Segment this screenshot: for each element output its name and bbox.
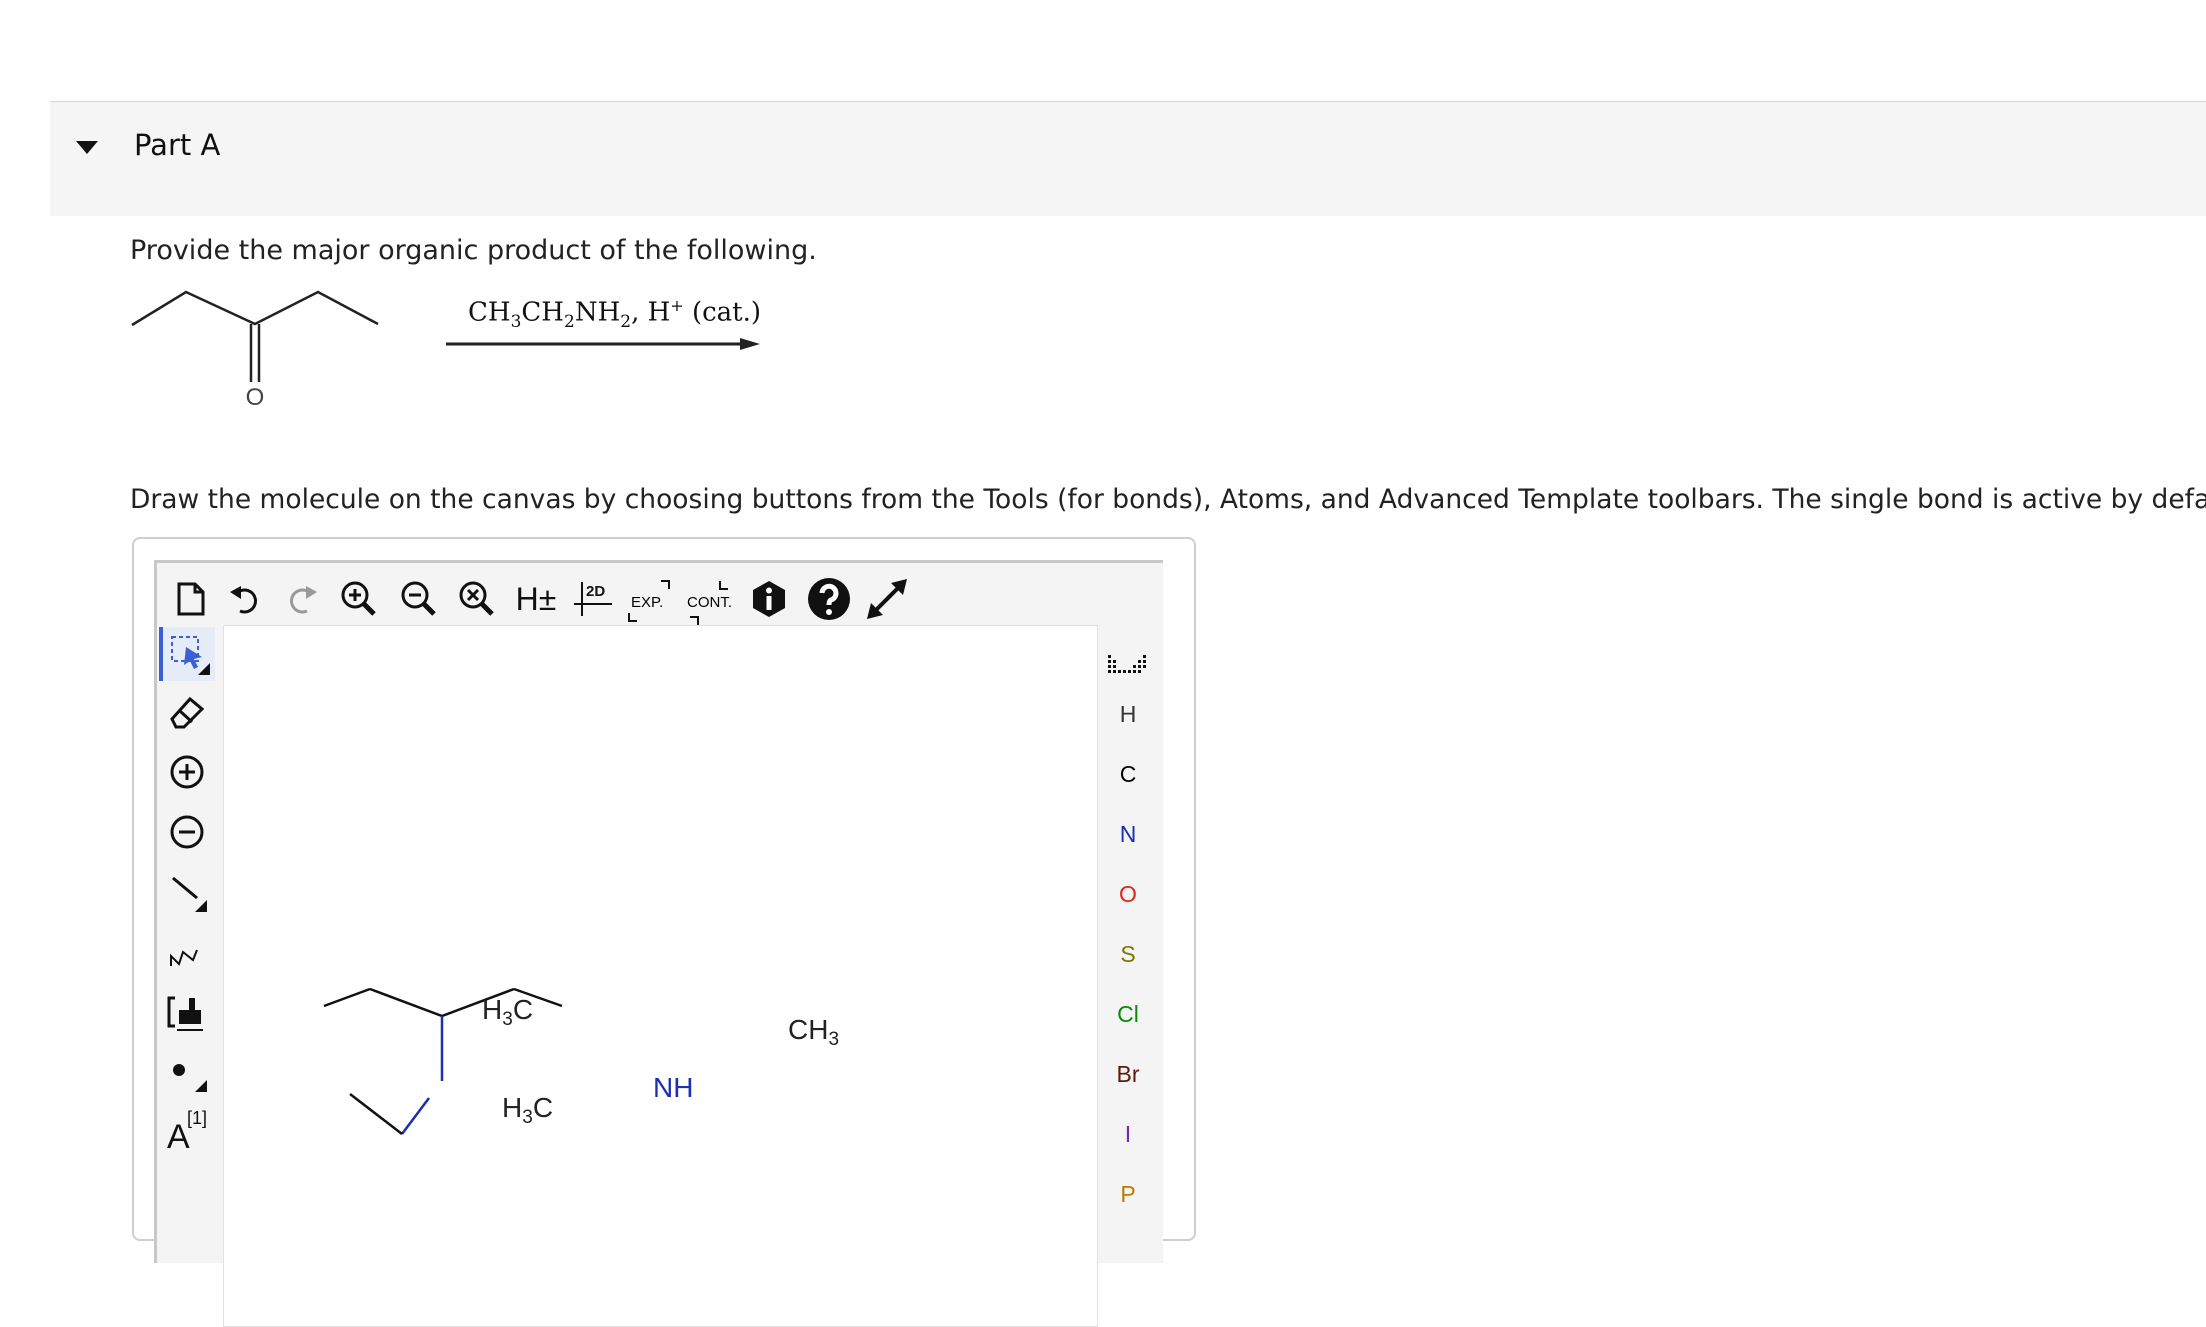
selection-tool[interactable] <box>159 627 215 681</box>
question-prompt: Provide the major organic product of the… <box>130 235 817 266</box>
ch3-label-bottom-left: H3C <box>502 1092 554 1128</box>
bracket-template-icon <box>167 996 203 1031</box>
atom-button-n[interactable]: N <box>1103 821 1153 848</box>
info-button[interactable] <box>747 577 791 621</box>
hydrogen-toggle-label: H± <box>515 580 557 617</box>
part-header[interactable] <box>50 102 2206 216</box>
plus-circle-icon <box>170 755 204 789</box>
periodic-table-icon <box>1108 655 1146 673</box>
periodic-table-button[interactable] <box>1103 645 1153 685</box>
reaction-arrow-icon <box>740 338 760 350</box>
zoom-in-button[interactable] <box>337 577 381 621</box>
zoom-reset-button[interactable] <box>455 577 499 621</box>
redo-button[interactable] <box>282 577 322 621</box>
help-icon <box>808 578 850 620</box>
info-icon <box>753 581 785 617</box>
chain-icon <box>170 949 198 966</box>
atom-button-i[interactable]: I <box>1103 1121 1153 1148</box>
ch3-label-right: CH3 <box>788 1014 840 1050</box>
product-structure <box>323 987 563 1135</box>
atom-button-h[interactable]: H <box>1103 701 1153 728</box>
oxygen-label: O <box>246 384 265 411</box>
atom-button-br[interactable]: Br <box>1103 1061 1153 1088</box>
radical-tool[interactable] <box>163 1047 211 1097</box>
redo-icon <box>289 586 317 614</box>
expand-icon: EXP. <box>628 580 670 622</box>
zoom-out-icon <box>401 581 436 616</box>
contract-button[interactable]: CONT. <box>684 577 738 627</box>
fullscreen-button[interactable] <box>863 575 911 623</box>
atom-button-s[interactable]: S <box>1103 941 1153 968</box>
drawing-canvas[interactable]: H3C CH3 NH H3C <box>223 625 1098 1327</box>
ch3-label-top-left: H3C <box>482 994 534 1030</box>
svg-text:EXP.: EXP. <box>631 594 663 611</box>
fullscreen-icon <box>867 579 907 619</box>
single-bond-icon <box>172 876 207 912</box>
expand-button[interactable]: EXP. <box>625 577 675 627</box>
atom-button-p[interactable]: P <box>1103 1181 1153 1208</box>
document-icon <box>177 582 205 616</box>
undo-button[interactable] <box>225 577 265 621</box>
lasso-select-icon <box>171 636 210 675</box>
clean-2d-button[interactable]: 2D <box>571 577 615 621</box>
atom-label-tool[interactable]: A [1] <box>163 1103 211 1159</box>
contract-icon: CONT. <box>687 581 732 625</box>
minus-circle-icon <box>170 815 204 849</box>
reagent-label: CH3CH2NH2, H+ (cat.) <box>468 296 762 332</box>
zoom-reset-icon <box>459 581 494 616</box>
single-bond-tool[interactable] <box>163 867 211 917</box>
eraser-icon <box>170 696 205 729</box>
svg-text:[1]: [1] <box>187 1108 207 1128</box>
svg-text:2D: 2D <box>586 583 605 600</box>
drawing-instructions: Draw the molecule on the canvas by choos… <box>130 484 2206 515</box>
part-title: Part A <box>134 128 221 162</box>
atom-button-c[interactable]: C <box>1103 761 1153 788</box>
molecule-editor: H± 2D EXP. CONT. A [1] H3C CH3 NH H3C H … <box>154 560 1163 1327</box>
atom-label-icon: A[1] <box>167 1108 207 1156</box>
svg-text:CONT.: CONT. <box>687 594 732 611</box>
nh-label: NH <box>653 1072 694 1103</box>
zoom-in-icon <box>341 581 376 616</box>
collapse-caret-icon[interactable] <box>76 141 98 154</box>
charge-plus-tool[interactable] <box>163 747 211 797</box>
charge-minus-tool[interactable] <box>163 807 211 857</box>
hydrogen-toggle-button[interactable]: H± <box>513 577 559 621</box>
zoom-out-button[interactable] <box>397 577 441 621</box>
chain-tool[interactable] <box>163 927 211 977</box>
atom-button-o[interactable]: O <box>1103 881 1153 908</box>
radical-dot-icon <box>173 1064 207 1092</box>
erase-tool[interactable] <box>163 687 211 737</box>
template-tool[interactable] <box>163 987 211 1037</box>
undo-icon <box>230 586 258 614</box>
new-document-button[interactable] <box>171 577 211 621</box>
help-button[interactable] <box>805 575 853 623</box>
atom-button-cl[interactable]: Cl <box>1103 1001 1153 1028</box>
clean-2d-icon: 2D <box>574 582 612 616</box>
